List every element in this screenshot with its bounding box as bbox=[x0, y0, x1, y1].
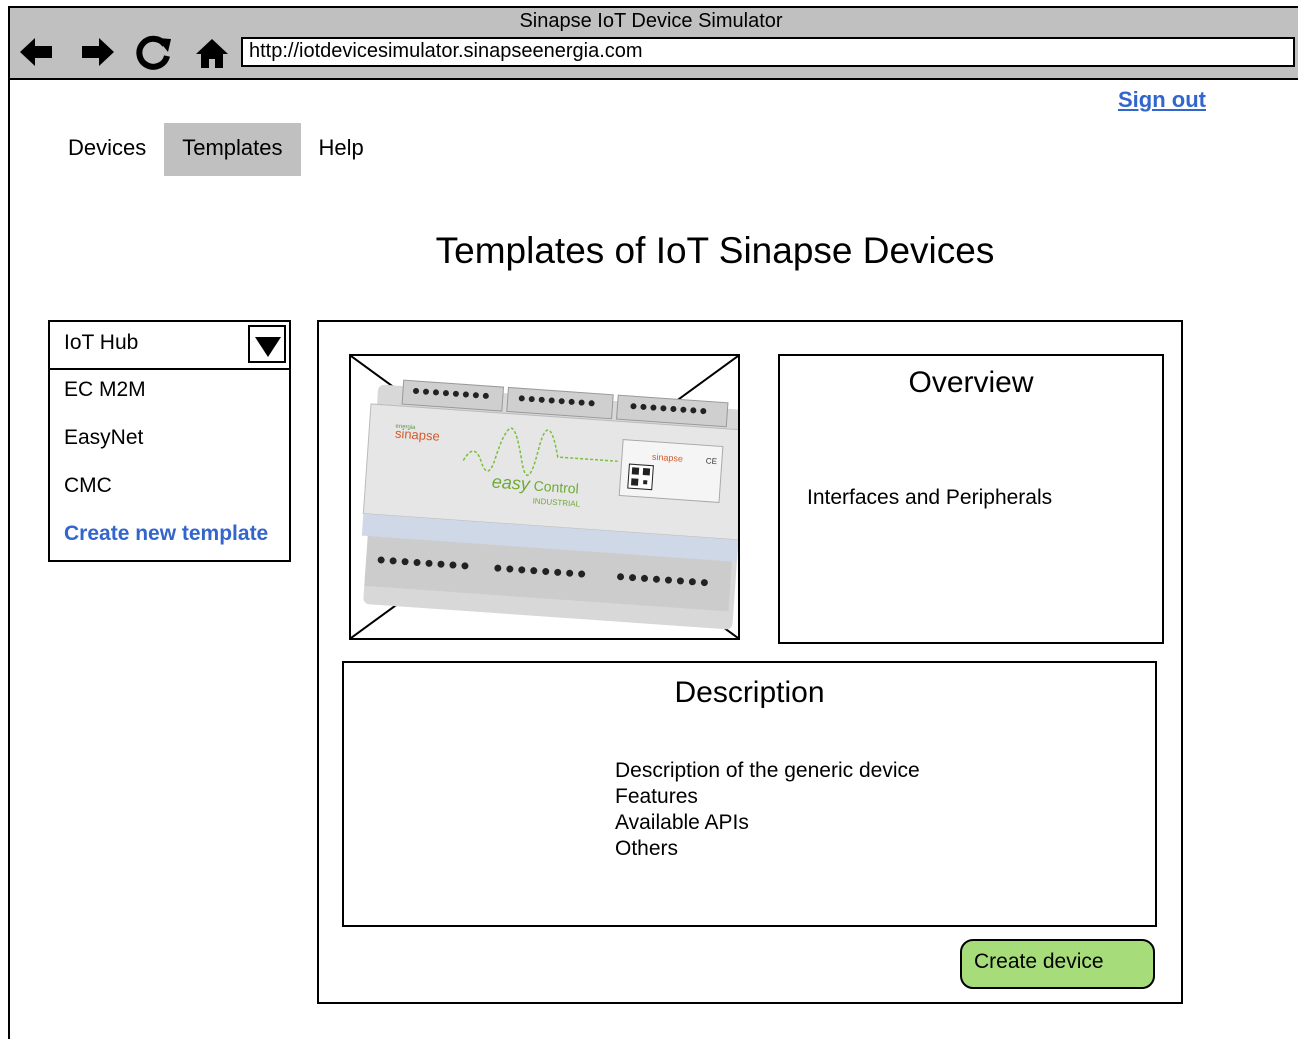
description-line: Others bbox=[615, 837, 679, 860]
overview-box: Overview Interfaces and Peripherals bbox=[778, 354, 1164, 644]
device-image: energia sinapse easy Control INDUSTRIAL … bbox=[349, 354, 740, 640]
create-device-button[interactable]: Create device bbox=[960, 939, 1155, 989]
description-line: Features bbox=[615, 785, 698, 808]
template-option-ec-m2m[interactable]: EC M2M bbox=[64, 378, 146, 402]
dropdown-arrow-icon[interactable] bbox=[248, 325, 286, 363]
product-control: Control bbox=[533, 477, 579, 496]
device-photo: energia sinapse easy Control INDUSTRIAL … bbox=[351, 356, 738, 638]
description-line: Description of the generic device bbox=[615, 759, 920, 782]
ce-mark: CE bbox=[706, 456, 718, 466]
browser-toolbar: Sinapse IoT Device Simulator http://iotd… bbox=[10, 8, 1298, 80]
overview-title: Overview bbox=[908, 366, 1034, 399]
description-line: Available APIs bbox=[615, 811, 749, 834]
tab-templates[interactable]: Templates bbox=[164, 123, 301, 176]
arrow-right-icon bbox=[82, 38, 114, 66]
brand-logo: sinapse bbox=[395, 426, 441, 444]
description-title: Description bbox=[674, 676, 825, 709]
tab-help[interactable]: Help bbox=[301, 123, 382, 176]
address-bar[interactable]: http://iotdevicesimulator.sinapseenergia… bbox=[241, 37, 1295, 67]
page-title: Templates of IoT Sinapse Devices bbox=[435, 230, 995, 271]
template-option-cmc[interactable]: CMC bbox=[64, 474, 112, 498]
main-nav-tabs: Devices Templates Help bbox=[50, 123, 382, 176]
home-icon bbox=[196, 39, 228, 68]
description-box: Description Description of the generic d… bbox=[342, 661, 1157, 927]
reload-button[interactable] bbox=[134, 34, 174, 70]
create-template-link[interactable]: Create new template bbox=[64, 522, 268, 546]
overview-text: Interfaces and Peripherals bbox=[807, 486, 1053, 509]
arrow-left-icon bbox=[20, 38, 52, 66]
product-easy: easy bbox=[491, 472, 531, 495]
selected-template: IoT Hub bbox=[64, 331, 139, 354]
template-dropdown[interactable]: IoT Hub bbox=[50, 322, 289, 370]
forward-button[interactable] bbox=[78, 34, 118, 70]
description-text: Description of the generic device Featur… bbox=[615, 758, 920, 862]
tab-devices[interactable]: Devices bbox=[50, 123, 164, 176]
reload-icon bbox=[136, 35, 171, 70]
template-selector: IoT Hub EC M2M EasyNet CMC Create new te… bbox=[48, 320, 291, 562]
home-button[interactable] bbox=[192, 34, 232, 70]
window-title: Sinapse IoT Device Simulator bbox=[519, 10, 783, 32]
sign-out-link[interactable]: Sign out bbox=[1118, 87, 1206, 113]
back-button[interactable] bbox=[16, 34, 56, 70]
template-option-easynet[interactable]: EasyNet bbox=[64, 426, 143, 450]
